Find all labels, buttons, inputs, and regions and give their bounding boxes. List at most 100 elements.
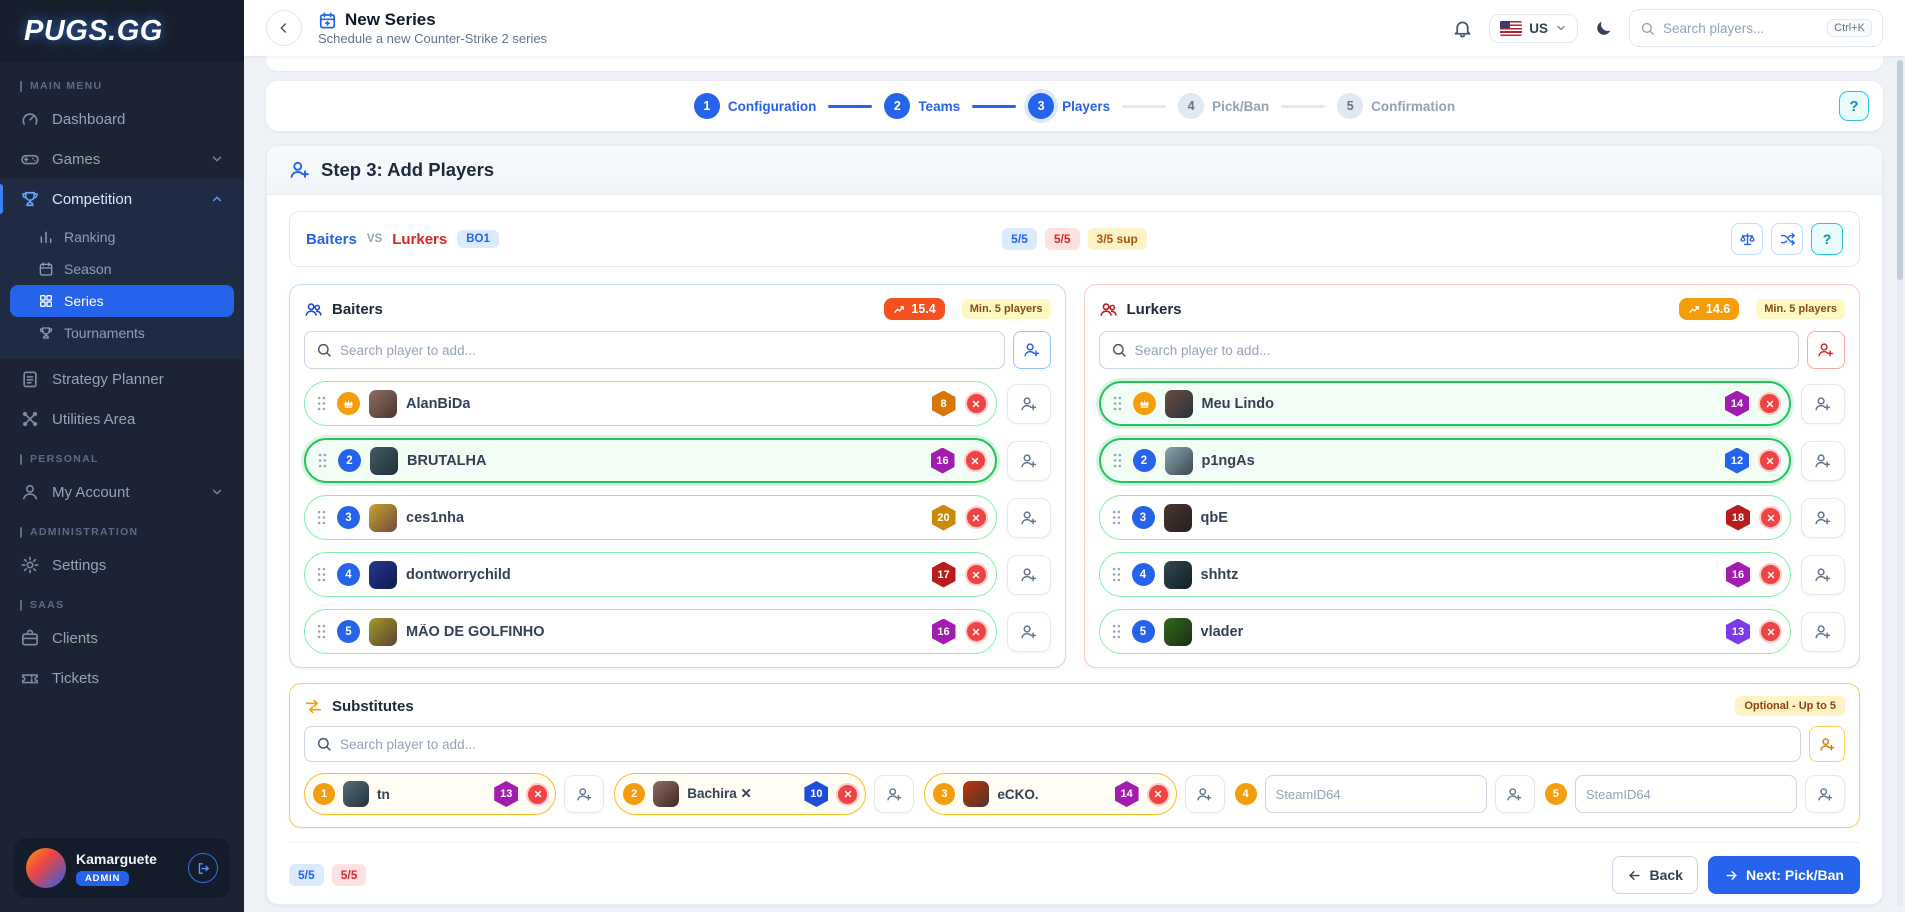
remove-player-button[interactable] bbox=[836, 783, 859, 806]
step-teams[interactable]: 2 Teams bbox=[884, 93, 960, 119]
sidebar-item-label: My Account bbox=[52, 484, 130, 501]
window-scrollbar[interactable] bbox=[1897, 60, 1903, 906]
team-a-count-badge: 5/5 bbox=[289, 864, 324, 886]
drag-handle-icon[interactable] bbox=[316, 451, 329, 470]
person-plus-icon bbox=[576, 786, 593, 803]
search-input[interactable] bbox=[1663, 21, 1819, 36]
sidebar-item-tournaments[interactable]: Tournaments bbox=[10, 317, 234, 349]
match-help-button[interactable]: ? bbox=[1811, 223, 1843, 255]
swap-player-button[interactable] bbox=[1801, 612, 1845, 652]
format-badge: BO1 bbox=[457, 230, 499, 248]
moon-icon bbox=[1594, 19, 1613, 38]
sidebar-item-label: Tickets bbox=[52, 670, 99, 687]
arrow-right-icon bbox=[1724, 868, 1739, 883]
drag-handle-icon[interactable] bbox=[315, 508, 328, 527]
remove-player-button[interactable] bbox=[1759, 506, 1782, 529]
scrollbar-thumb[interactable] bbox=[1897, 60, 1903, 280]
player-row: Meu Lindo 14 bbox=[1099, 381, 1846, 426]
team-a-add-player-button[interactable] bbox=[1013, 331, 1051, 369]
remove-player-button[interactable] bbox=[1147, 783, 1170, 806]
nav-section-saas: SAAS bbox=[0, 585, 244, 618]
sidebar-item-games[interactable]: Games bbox=[0, 139, 244, 179]
back-button[interactable]: Back bbox=[1612, 856, 1697, 894]
sidebar-item-tickets[interactable]: Tickets bbox=[0, 658, 244, 698]
sidebar-item-ranking[interactable]: Ranking bbox=[10, 221, 234, 253]
remove-player-button[interactable] bbox=[1759, 563, 1782, 586]
drag-handle-icon[interactable] bbox=[315, 622, 328, 641]
swap-player-button[interactable] bbox=[564, 775, 604, 813]
drag-handle-icon[interactable] bbox=[315, 394, 328, 413]
gamepad-icon bbox=[20, 149, 40, 169]
sidebar-item-season[interactable]: Season bbox=[10, 253, 234, 285]
step-players[interactable]: 3 Players bbox=[1028, 93, 1110, 119]
shuffle-players-button[interactable] bbox=[1771, 223, 1803, 255]
remove-player-button[interactable] bbox=[965, 506, 988, 529]
app-logo[interactable]: PUGS.GG bbox=[0, 0, 244, 62]
step-configuration[interactable]: 1 Configuration bbox=[694, 93, 816, 119]
person-plus-icon bbox=[886, 786, 903, 803]
swap-player-button[interactable] bbox=[1007, 441, 1051, 481]
subs-search-input[interactable] bbox=[340, 737, 1789, 752]
swap-player-button[interactable] bbox=[1801, 555, 1845, 595]
slot-number: 5 bbox=[1545, 783, 1567, 805]
sidebar-item-clients[interactable]: Clients bbox=[0, 618, 244, 658]
drag-handle-icon[interactable] bbox=[1110, 565, 1123, 584]
swap-player-button[interactable] bbox=[1801, 441, 1845, 481]
sidebar-item-utilities-area[interactable]: Utilities Area bbox=[0, 399, 244, 439]
swap-player-button[interactable] bbox=[1007, 555, 1051, 595]
steamid-input[interactable] bbox=[1575, 775, 1797, 813]
sidebar-item-series[interactable]: Series bbox=[10, 285, 234, 317]
logout-button[interactable] bbox=[188, 853, 218, 883]
team-name: Lurkers bbox=[1127, 301, 1182, 318]
next-pick-ban-button[interactable]: Next: Pick/Ban bbox=[1708, 856, 1860, 894]
remove-player-button[interactable] bbox=[965, 563, 988, 586]
header-back-button[interactable] bbox=[266, 10, 302, 46]
step-confirmation[interactable]: 5 Confirmation bbox=[1337, 93, 1455, 119]
team-a-search-input[interactable] bbox=[340, 343, 993, 358]
swap-player-button[interactable] bbox=[1007, 612, 1051, 652]
remove-player-button[interactable] bbox=[964, 449, 987, 472]
language-selector[interactable]: US bbox=[1489, 14, 1578, 43]
drag-handle-icon[interactable] bbox=[315, 565, 328, 584]
swap-player-button[interactable] bbox=[1185, 775, 1225, 813]
drag-handle-icon[interactable] bbox=[1111, 394, 1124, 413]
stepper-help-button[interactable]: ? bbox=[1839, 91, 1869, 121]
drag-handle-icon[interactable] bbox=[1110, 508, 1123, 527]
person-plus-icon bbox=[1020, 566, 1038, 584]
team-b-search-input[interactable] bbox=[1135, 343, 1788, 358]
add-substitute-button[interactable] bbox=[1805, 775, 1845, 813]
sidebar-item-dashboard[interactable]: Dashboard bbox=[0, 99, 244, 139]
remove-player-button[interactable] bbox=[526, 783, 549, 806]
swap-player-button[interactable] bbox=[1801, 384, 1845, 424]
remove-player-button[interactable] bbox=[1758, 449, 1781, 472]
subs-add-player-button[interactable] bbox=[1809, 726, 1845, 762]
team-b-add-player-button[interactable] bbox=[1807, 331, 1845, 369]
team-icon bbox=[1099, 300, 1118, 319]
swap-player-button[interactable] bbox=[874, 775, 914, 813]
notifications-button[interactable] bbox=[1452, 18, 1473, 39]
remove-player-button[interactable] bbox=[1759, 620, 1782, 643]
substitute-pill: 1 tn 13 bbox=[304, 773, 556, 815]
sidebar-item-strategy-planner[interactable]: Strategy Planner bbox=[0, 359, 244, 399]
drag-handle-icon[interactable] bbox=[1110, 622, 1123, 641]
add-substitute-button[interactable] bbox=[1495, 775, 1535, 813]
dark-mode-toggle[interactable] bbox=[1594, 19, 1613, 38]
remove-player-button[interactable] bbox=[965, 392, 988, 415]
balance-teams-button[interactable] bbox=[1731, 223, 1763, 255]
substitutes-panel: Substitutes Optional - Up to 5 bbox=[289, 683, 1860, 828]
drag-handle-icon[interactable] bbox=[1111, 451, 1124, 470]
step-pick-ban[interactable]: 4 Pick/Ban bbox=[1178, 93, 1269, 119]
player-pill: 4 shhtz 16 bbox=[1099, 552, 1792, 597]
chevron-down-icon bbox=[210, 152, 224, 166]
sidebar-item-my-account[interactable]: My Account bbox=[0, 472, 244, 512]
swap-player-button[interactable] bbox=[1801, 498, 1845, 538]
search-icon bbox=[316, 736, 332, 752]
swap-player-button[interactable] bbox=[1007, 498, 1051, 538]
trophy-icon bbox=[38, 325, 54, 341]
remove-player-button[interactable] bbox=[1758, 392, 1781, 415]
steamid-input[interactable] bbox=[1265, 775, 1487, 813]
remove-player-button[interactable] bbox=[965, 620, 988, 643]
swap-player-button[interactable] bbox=[1007, 384, 1051, 424]
sidebar-item-settings[interactable]: Settings bbox=[0, 545, 244, 585]
sidebar-item-competition[interactable]: Competition bbox=[0, 179, 244, 219]
